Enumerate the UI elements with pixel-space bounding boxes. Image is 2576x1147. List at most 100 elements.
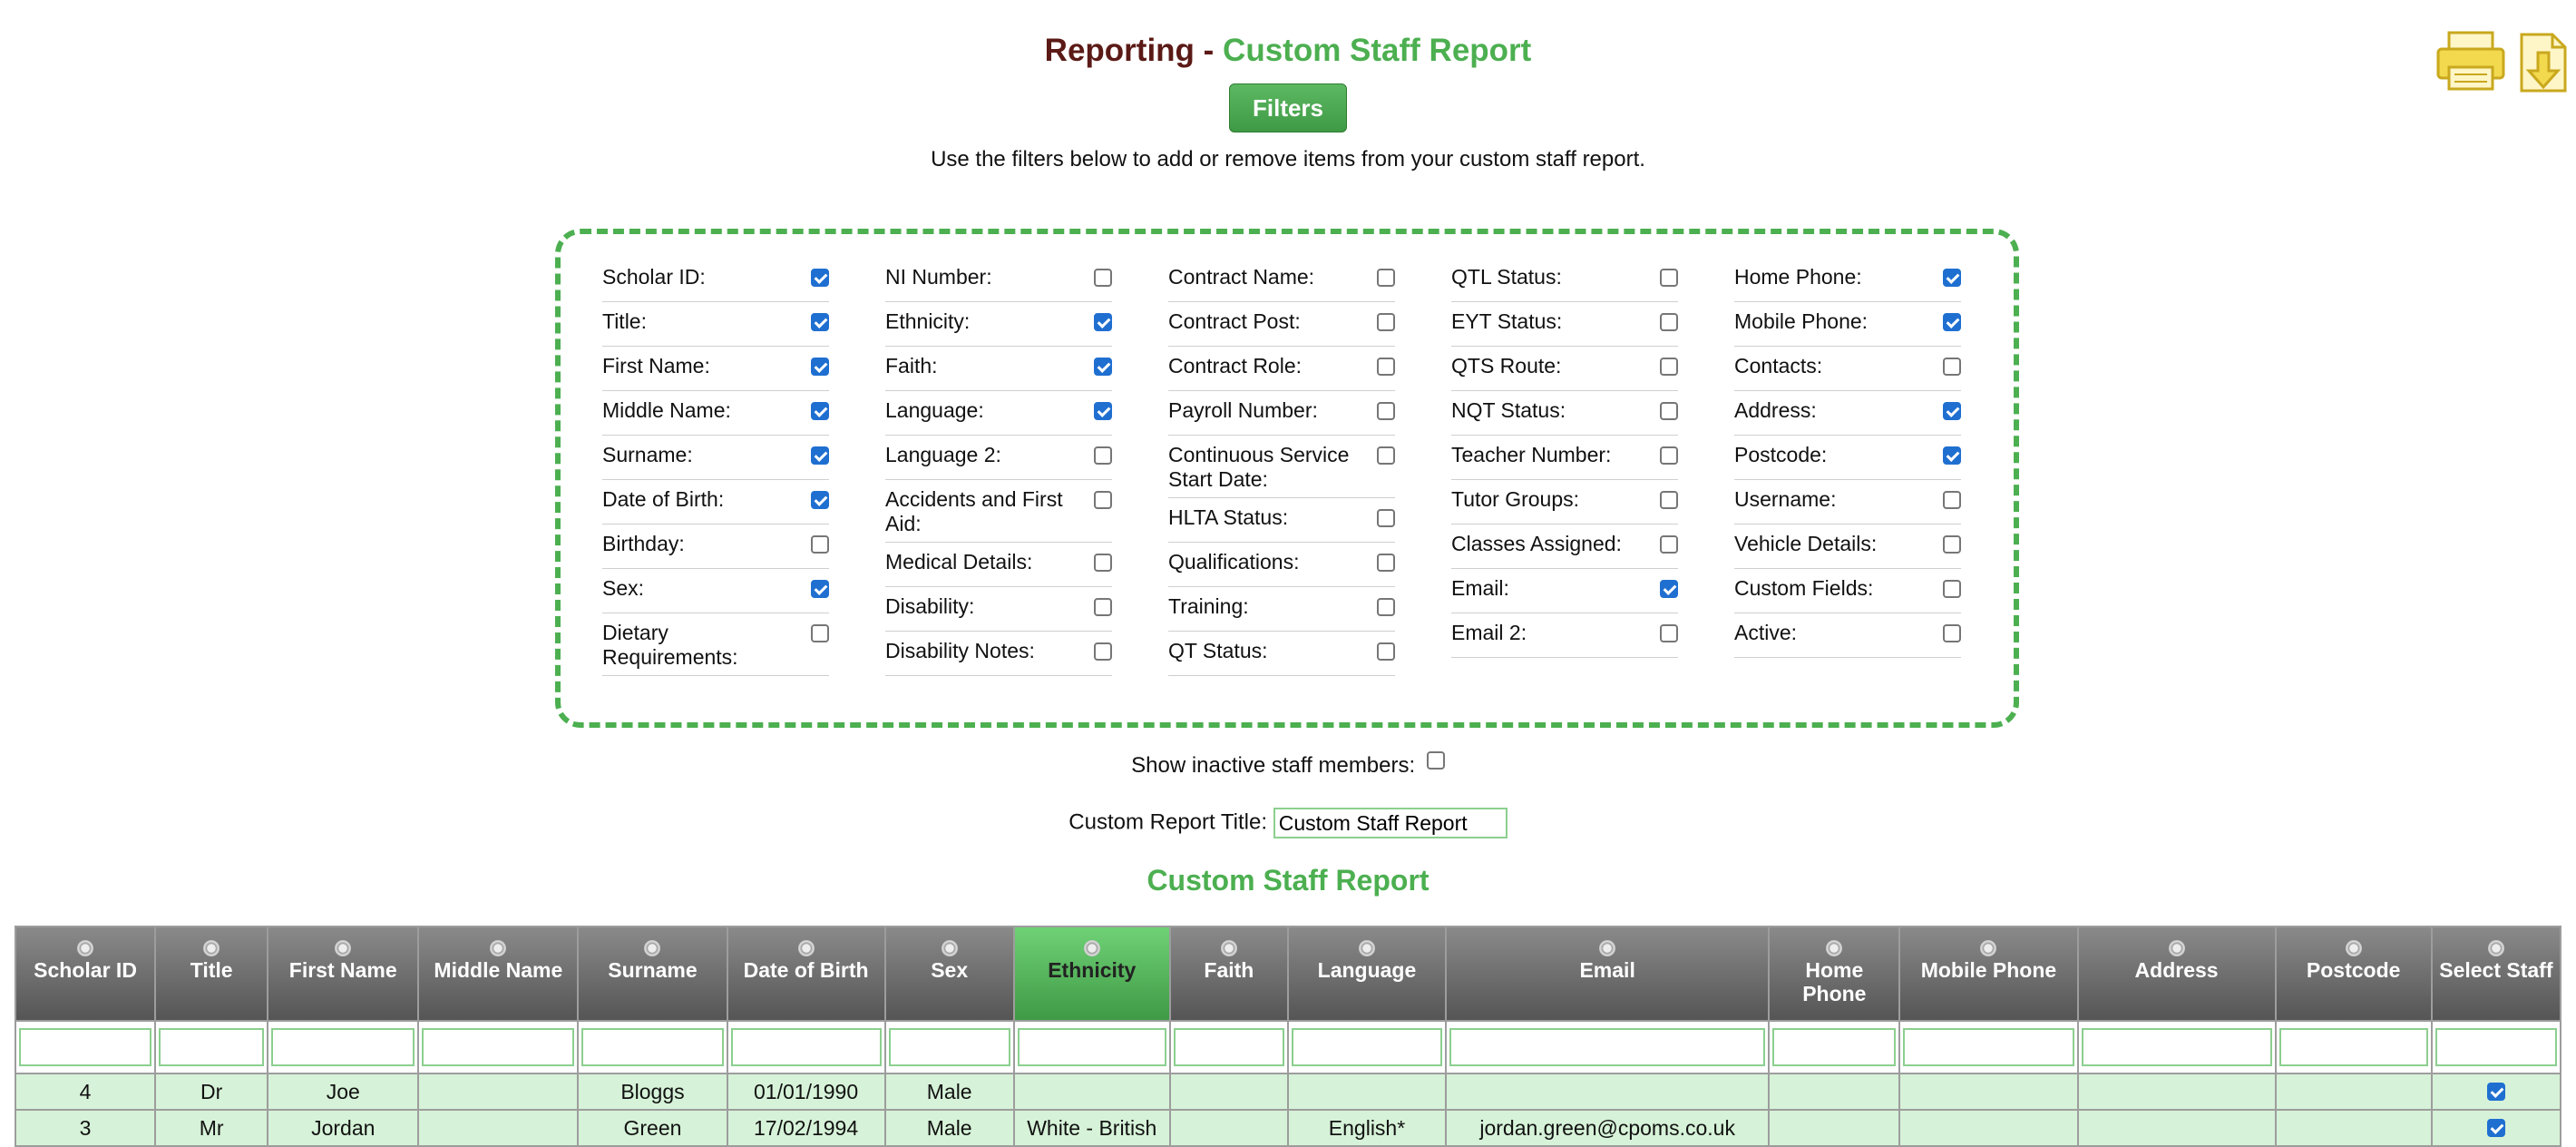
filter-checkbox-middle-name[interactable] bbox=[811, 402, 829, 420]
column-filter-input-sex[interactable] bbox=[888, 1028, 1010, 1066]
filter-checkbox-contract-role[interactable] bbox=[1377, 358, 1395, 376]
filter-checkbox-faith[interactable] bbox=[1094, 358, 1112, 376]
show-inactive-checkbox[interactable] bbox=[1426, 751, 1445, 770]
column-header-postcode[interactable]: Postcode bbox=[2274, 926, 2433, 1022]
column-filter-input-middle-name[interactable] bbox=[422, 1028, 575, 1066]
sort-knob-icon[interactable] bbox=[2345, 940, 2362, 956]
filter-checkbox-ni-number[interactable] bbox=[1094, 269, 1112, 287]
column-filter-input-scholar-id[interactable] bbox=[19, 1028, 152, 1066]
filter-checkbox-teacher-number[interactable] bbox=[1660, 446, 1678, 465]
column-filter-input-mobile-phone[interactable] bbox=[1903, 1028, 2074, 1066]
filter-checkbox-sex[interactable] bbox=[811, 580, 829, 598]
column-header-sex[interactable]: Sex bbox=[883, 926, 1015, 1022]
column-header-title[interactable]: Title bbox=[154, 926, 269, 1022]
column-filter-input-first-name[interactable] bbox=[271, 1028, 415, 1066]
filter-checkbox-payroll-number[interactable] bbox=[1377, 402, 1395, 420]
filter-checkbox-active[interactable] bbox=[1943, 624, 1961, 642]
filter-checkbox-postcode[interactable] bbox=[1943, 446, 1961, 465]
sort-knob-icon[interactable] bbox=[2168, 940, 2185, 956]
filter-checkbox-email[interactable] bbox=[1660, 580, 1678, 598]
custom-title-input[interactable]: Custom Staff Report bbox=[1273, 808, 1508, 838]
filter-checkbox-birthday[interactable] bbox=[811, 535, 829, 554]
sort-knob-icon[interactable] bbox=[335, 940, 352, 956]
column-header-scholar-id[interactable]: Scholar ID bbox=[14, 926, 157, 1022]
filter-checkbox-scholar-id[interactable] bbox=[811, 269, 829, 287]
filter-checkbox-classes-assigned[interactable] bbox=[1660, 535, 1678, 554]
filter-checkbox-title[interactable] bbox=[811, 313, 829, 331]
filter-checkbox-disability-notes[interactable] bbox=[1094, 642, 1112, 661]
column-header-first-name[interactable]: First Name bbox=[267, 926, 420, 1022]
column-header-mobile-phone[interactable]: Mobile Phone bbox=[1898, 926, 2079, 1022]
filter-checkbox-language-2[interactable] bbox=[1094, 446, 1112, 465]
column-header-faith[interactable]: Faith bbox=[1168, 926, 1289, 1022]
filter-checkbox-dietary-requirements[interactable] bbox=[811, 624, 829, 642]
filter-checkbox-training[interactable] bbox=[1377, 598, 1395, 616]
column-filter-input-title[interactable] bbox=[159, 1028, 265, 1066]
sort-knob-icon[interactable] bbox=[1826, 940, 1843, 956]
column-header-home-phone[interactable]: Home Phone bbox=[1768, 926, 1901, 1022]
filter-checkbox-contacts[interactable] bbox=[1943, 358, 1961, 376]
sort-knob-icon[interactable] bbox=[941, 940, 958, 956]
filter-checkbox-surname[interactable] bbox=[811, 446, 829, 465]
filter-checkbox-continuous-service-start-date[interactable] bbox=[1377, 446, 1395, 465]
filter-checkbox-custom-fields[interactable] bbox=[1943, 580, 1961, 598]
filter-checkbox-first-name[interactable] bbox=[811, 358, 829, 376]
column-filter-input-email[interactable] bbox=[1449, 1028, 1766, 1066]
filter-checkbox-qualifications[interactable] bbox=[1377, 554, 1395, 572]
column-filter-input-language[interactable] bbox=[1291, 1028, 1443, 1066]
column-header-date-of-birth[interactable]: Date of Birth bbox=[726, 926, 886, 1022]
table-row[interactable]: 4 Dr Joe Bloggs 01/01/1990 Male bbox=[14, 1073, 2562, 1111]
sort-knob-icon[interactable] bbox=[644, 940, 661, 956]
sort-knob-icon[interactable] bbox=[2487, 940, 2504, 956]
select-staff-checkbox[interactable] bbox=[2486, 1118, 2505, 1137]
column-header-address[interactable]: Address bbox=[2076, 926, 2277, 1022]
filter-checkbox-vehicle-details[interactable] bbox=[1943, 535, 1961, 554]
column-header-surname[interactable]: Surname bbox=[577, 926, 728, 1022]
column-filter-input-ethnicity[interactable] bbox=[1017, 1028, 1166, 1066]
column-header-language[interactable]: Language bbox=[1286, 926, 1448, 1022]
sort-knob-icon[interactable] bbox=[1599, 940, 1616, 956]
column-header-ethnicity[interactable]: Ethnicity bbox=[1012, 926, 1171, 1022]
column-filter-input-surname[interactable] bbox=[581, 1028, 724, 1066]
column-filter-input-date-of-birth[interactable] bbox=[730, 1028, 882, 1066]
sort-knob-icon[interactable] bbox=[490, 940, 507, 956]
column-filter-input-select-staff[interactable] bbox=[2435, 1028, 2557, 1066]
column-filter-input-address[interactable] bbox=[2081, 1028, 2272, 1066]
filter-checkbox-email-2[interactable] bbox=[1660, 624, 1678, 642]
filter-checkbox-disability[interactable] bbox=[1094, 598, 1112, 616]
sort-knob-icon[interactable] bbox=[1220, 940, 1237, 956]
filter-checkbox-qt-status[interactable] bbox=[1377, 642, 1395, 661]
table-row[interactable]: 3 Mr Jordan Green 17/02/1994 Male White - Brit… bbox=[14, 1109, 2562, 1147]
filter-checkbox-address[interactable] bbox=[1943, 402, 1961, 420]
filter-checkbox-ethnicity[interactable] bbox=[1094, 313, 1112, 331]
download-icon[interactable] bbox=[2518, 31, 2569, 94]
sort-knob-icon[interactable] bbox=[797, 940, 815, 956]
filter-checkbox-contract-name[interactable] bbox=[1377, 269, 1395, 287]
column-header-middle-name[interactable]: Middle Name bbox=[417, 926, 580, 1022]
filters-button[interactable]: Filters bbox=[1229, 83, 1347, 132]
column-filter-input-postcode[interactable] bbox=[2278, 1028, 2428, 1066]
filter-checkbox-qts-route[interactable] bbox=[1660, 358, 1678, 376]
filter-checkbox-accidents-and-first-aid[interactable] bbox=[1094, 491, 1112, 509]
filter-checkbox-eyt-status[interactable] bbox=[1660, 313, 1678, 331]
column-filter-input-home-phone[interactable] bbox=[1772, 1028, 1897, 1066]
sort-knob-icon[interactable] bbox=[1358, 940, 1375, 956]
filter-checkbox-mobile-phone[interactable] bbox=[1943, 313, 1961, 331]
filter-checkbox-language[interactable] bbox=[1094, 402, 1112, 420]
print-icon[interactable] bbox=[2435, 31, 2507, 91]
column-filter-input-faith[interactable] bbox=[1173, 1028, 1284, 1066]
sort-knob-icon[interactable] bbox=[1980, 940, 1997, 956]
filter-checkbox-medical-details[interactable] bbox=[1094, 554, 1112, 572]
filter-checkbox-nqt-status[interactable] bbox=[1660, 402, 1678, 420]
filter-checkbox-contract-post[interactable] bbox=[1377, 313, 1395, 331]
sort-knob-icon[interactable] bbox=[1083, 940, 1100, 956]
filter-checkbox-home-phone[interactable] bbox=[1943, 269, 1961, 287]
column-header-email[interactable]: Email bbox=[1445, 926, 1771, 1022]
select-staff-checkbox[interactable] bbox=[2486, 1082, 2505, 1101]
filter-checkbox-qtl-status[interactable] bbox=[1660, 269, 1678, 287]
filter-checkbox-tutor-groups[interactable] bbox=[1660, 491, 1678, 509]
filter-checkbox-username[interactable] bbox=[1943, 491, 1961, 509]
column-header-select-staff[interactable]: Select Staff bbox=[2430, 926, 2562, 1022]
filter-checkbox-date-of-birth[interactable] bbox=[811, 491, 829, 509]
filter-checkbox-hlta-status[interactable] bbox=[1377, 509, 1395, 527]
